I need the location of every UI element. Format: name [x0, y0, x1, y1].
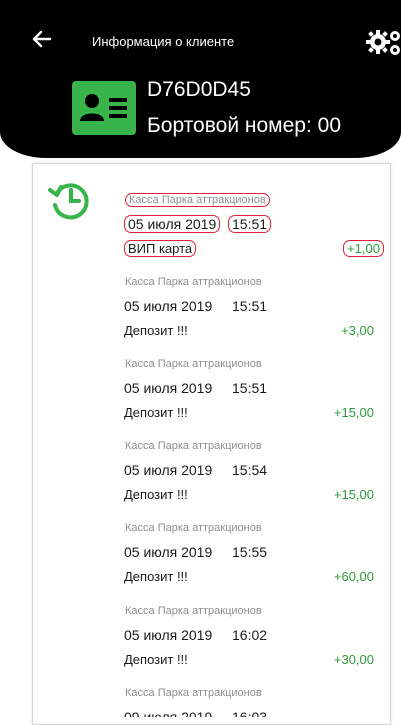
amount-label: +3,00 — [341, 323, 374, 338]
amount-label: +1,00 — [343, 240, 384, 257]
time-label: 15:51 — [232, 298, 268, 314]
arrow-left-icon[interactable] — [30, 28, 52, 50]
time-label: 16:02 — [232, 627, 268, 643]
amount-label: +15,00 — [333, 487, 374, 502]
source-label: Касса Парка аттракционов — [125, 605, 262, 617]
amount-label: +30,00 — [333, 652, 374, 667]
amount-label: +15,00 — [333, 405, 374, 420]
date-label: 05 июля 2019 — [124, 380, 213, 396]
source-label: Касса Парка аттракционов — [125, 193, 270, 207]
id-card-icon — [72, 81, 136, 135]
client-id: D76D0D45 — [147, 78, 251, 101]
date-label: 05 июля 2019 — [124, 215, 221, 233]
source-label: Касса Парка аттракционов — [125, 440, 262, 452]
time-label: 15:51 — [232, 380, 268, 396]
board-number: Бортовой номер: 00 — [147, 114, 342, 137]
source-label: Касса Парка аттракционов — [125, 687, 262, 699]
source-label: Касса Парка аттракционов — [125, 522, 262, 534]
date-label: 05 июля 2019 — [124, 544, 213, 560]
time-label: 15:54 — [232, 462, 268, 478]
gears-icon[interactable] — [364, 26, 401, 58]
time-label: 15:55 — [232, 544, 268, 560]
date-label: 05 июля 2019 — [124, 627, 213, 643]
history-clock-icon — [48, 183, 89, 220]
list-item[interactable]: Касса Парка аттракционов 09 июля 2019 16… — [0, 687, 401, 717]
date-label: 09 июля 2019 — [124, 709, 213, 717]
page-title: Информация о клиенте — [92, 34, 235, 49]
description-label: Депозит !!! — [124, 569, 188, 584]
description-label: ВИП карта — [124, 240, 197, 257]
time-label: 16:03 — [232, 709, 268, 717]
time-label: 15:51 — [228, 215, 272, 233]
description-label: Депозит !!! — [124, 405, 188, 420]
date-label: 05 июля 2019 — [124, 298, 213, 314]
date-label: 05 июля 2019 — [124, 462, 213, 478]
app-header: Информация о клиенте D76D0D45 Бортовой н… — [0, 0, 401, 158]
source-label: Касса Парка аттракционов — [125, 358, 262, 370]
description-label: Депозит !!! — [124, 487, 188, 502]
description-label: Депозит !!! — [124, 323, 188, 338]
source-label: Касса Парка аттракционов — [125, 276, 262, 288]
amount-label: +60,00 — [333, 569, 374, 584]
description-label: Депозит !!! — [124, 652, 188, 667]
